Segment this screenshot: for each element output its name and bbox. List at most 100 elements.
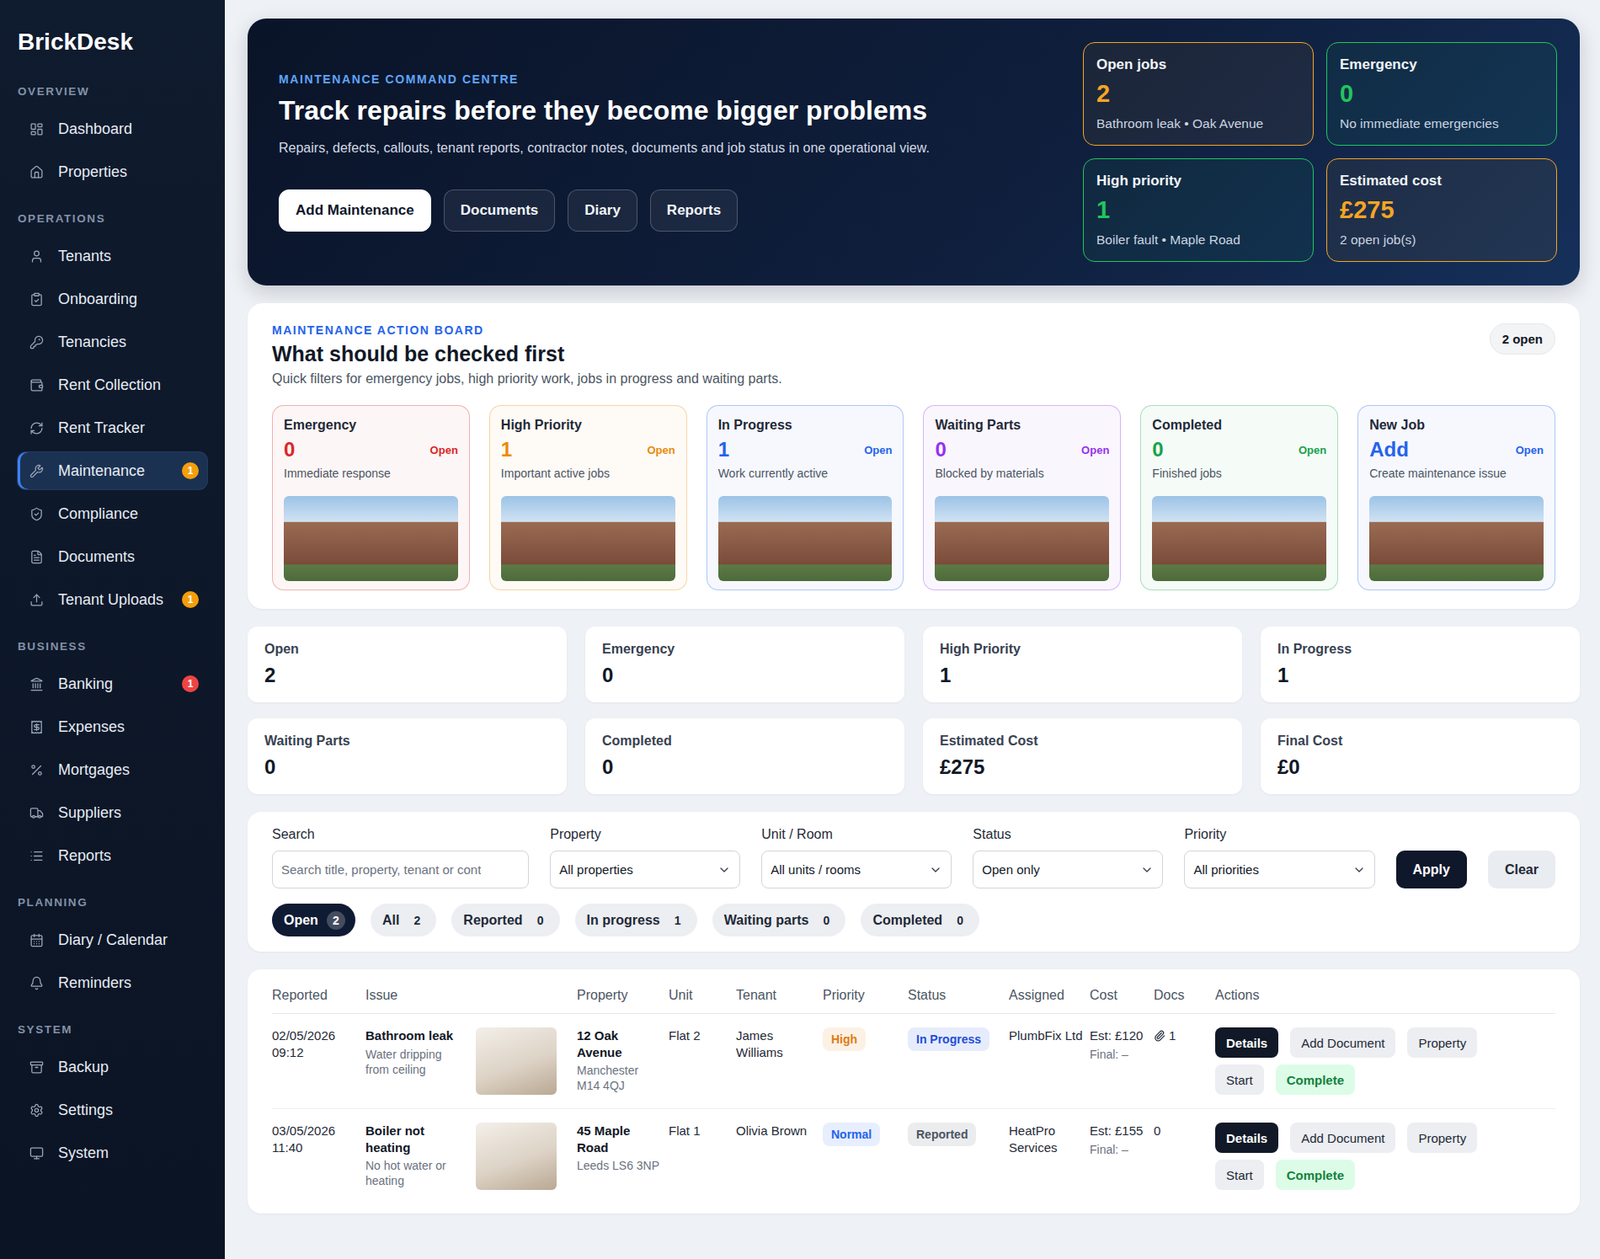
issue-cell: Bathroom leakWater dripping from ceiling: [365, 1027, 577, 1095]
hero-buttons: Add Maintenance Documents Diary Reports: [278, 189, 1058, 232]
filter-field: Unit / RoomAll units / rooms: [761, 826, 952, 889]
action-button[interactable]: Details: [1215, 1122, 1279, 1153]
priority-cell: Normal: [822, 1122, 908, 1147]
sidebar-label: Maintenance: [58, 462, 145, 480]
hero-button[interactable]: Documents: [443, 189, 556, 232]
property-photo: [718, 496, 893, 582]
cost-cell: Est: £155Final: –: [1089, 1122, 1154, 1158]
field-label: Priority: [1184, 826, 1375, 843]
sidebar-item[interactable]: Mortgages: [17, 751, 208, 789]
summary-card: Completed0: [585, 718, 905, 795]
icon-box: [26, 503, 47, 524]
filter-button[interactable]: Apply: [1396, 850, 1467, 889]
summary-value: 0: [264, 755, 550, 779]
logo[interactable]: BrickDesk: [17, 28, 208, 56]
sidebar-item[interactable]: Suppliers: [17, 794, 208, 832]
status-chip[interactable]: Waiting parts0: [712, 903, 847, 937]
sidebar-item[interactable]: Tenants: [17, 237, 208, 275]
action-button[interactable]: Start: [1215, 1064, 1264, 1095]
sidebar-item[interactable]: Diary / Calendar: [17, 921, 208, 959]
board-card[interactable]: High Priority1OpenImportant active jobs: [489, 405, 688, 591]
action-button[interactable]: Add Document: [1290, 1122, 1396, 1153]
stat-value: 0: [1339, 80, 1544, 108]
select-field[interactable]: All properties: [549, 850, 741, 889]
stat-card[interactable]: High priority1Boiler fault • Maple Road: [1082, 158, 1314, 262]
filter-button[interactable]: Clear: [1488, 850, 1556, 889]
icon-box: [26, 845, 47, 866]
hero-button[interactable]: Reports: [650, 189, 738, 232]
action-button[interactable]: Start: [1215, 1159, 1264, 1190]
sidebar-item[interactable]: Reports: [17, 837, 208, 875]
board-card[interactable]: Emergency0OpenImmediate response: [272, 405, 470, 591]
column-header: Issue: [365, 987, 577, 1003]
status-chip[interactable]: Open2: [272, 903, 356, 937]
sidebar-section: PLANNINGDiary / CalendarReminders: [17, 880, 208, 1008]
clipboard-icon: [29, 292, 44, 307]
hero-button[interactable]: Add Maintenance: [278, 189, 432, 232]
action-button[interactable]: Complete: [1275, 1159, 1355, 1190]
sidebar-item[interactable]: Properties: [17, 153, 208, 191]
sidebar-item[interactable]: Dashboard: [17, 110, 208, 148]
action-button[interactable]: Property: [1407, 1122, 1478, 1153]
sidebar-item[interactable]: Expenses: [17, 708, 208, 746]
property-photo: [934, 496, 1110, 582]
hero-subtitle: Repairs, defects, callouts, tenant repor…: [278, 138, 1058, 158]
status-chip[interactable]: Completed0: [860, 903, 980, 937]
action-button[interactable]: Property: [1407, 1027, 1478, 1058]
board-card[interactable]: Completed0OpenFinished jobs: [1140, 405, 1339, 591]
board-card[interactable]: New JobAddOpenCreate maintenance issue: [1357, 405, 1556, 591]
select-field[interactable]: All priorities: [1184, 850, 1375, 889]
action-button[interactable]: Add Document: [1290, 1027, 1396, 1058]
sidebar-item[interactable]: Tenant Uploads1: [17, 581, 208, 619]
sidebar-section: SYSTEMBackupSettingsSystem: [17, 1007, 208, 1178]
sidebar-item[interactable]: Tenancies: [17, 323, 208, 361]
sidebar-item[interactable]: Rent Collection: [17, 366, 208, 404]
icon-box: [26, 802, 47, 823]
user-icon: [29, 249, 44, 264]
upload-icon: [29, 592, 44, 608]
column-header: Status: [907, 987, 1009, 1003]
summary-card: Waiting Parts 0: [247, 718, 567, 795]
assigned-cell: HeatPro Services: [1008, 1122, 1090, 1156]
action-button[interactable]: Details: [1215, 1027, 1279, 1058]
select-field[interactable]: All units / rooms: [761, 850, 952, 889]
sidebar-item[interactable]: Rent Tracker: [17, 409, 208, 447]
search-input[interactable]: Search title, property, tenant or cont: [272, 850, 529, 889]
summary-card: High Priority1: [922, 626, 1243, 703]
status-chip[interactable]: Reported0: [451, 903, 560, 937]
sidebar-label: Onboarding: [58, 290, 138, 309]
sidebar-item[interactable]: Backup: [17, 1048, 208, 1086]
sidebar-item[interactable]: Compliance: [17, 495, 208, 533]
select-field[interactable]: Open only: [972, 850, 1163, 889]
hero-button[interactable]: Diary: [567, 189, 638, 232]
sidebar-item[interactable]: Banking1: [17, 665, 208, 703]
sidebar-item[interactable]: System: [17, 1134, 208, 1172]
stat-card[interactable]: Emergency0No immediate emergencies: [1326, 42, 1558, 146]
stat-card[interactable]: Estimated cost£2752 open job(s): [1326, 158, 1558, 262]
sidebar-item[interactable]: Settings: [17, 1091, 208, 1129]
stat-label: High priority: [1096, 172, 1301, 190]
status-chip[interactable]: In progress1: [575, 903, 698, 937]
sidebar-item[interactable]: Maintenance1: [17, 452, 208, 490]
action-button[interactable]: Complete: [1275, 1064, 1355, 1095]
sidebar-item[interactable]: Documents: [17, 538, 208, 576]
sidebar-label: Expenses: [58, 718, 125, 736]
stat-label: Estimated cost: [1339, 172, 1544, 190]
chevron-box: [1352, 863, 1366, 877]
sidebar-item[interactable]: Reminders: [17, 964, 208, 1002]
stat-card[interactable]: Open jobs2Bathroom leak • Oak Avenue: [1082, 42, 1314, 146]
sidebar-item[interactable]: Onboarding: [17, 280, 208, 318]
chevron-box: [1140, 863, 1154, 877]
board-card[interactable]: In Progress1OpenWork currently active: [706, 405, 905, 591]
hero-eyebrow: MAINTENANCE COMMAND CENTRE: [278, 72, 1058, 86]
issue-text: Boiler not heatingNo hot water or heatin…: [365, 1122, 464, 1190]
board-heading: MAINTENANCE ACTION BOARDWhat should be c…: [272, 323, 783, 387]
status-chip[interactable]: All2: [370, 903, 437, 937]
board-card[interactable]: Waiting Parts0OpenBlocked by materials: [922, 405, 1121, 591]
table-row[interactable]: 02/05/202609:12Bathroom leakWater drippi…: [272, 1013, 1556, 1110]
table-row[interactable]: 03/05/202611:40Boiler not heatingNo hot …: [272, 1109, 1556, 1204]
refresh-icon: [29, 421, 44, 436]
field-value: Search title, property, tenant or cont: [281, 862, 481, 877]
summary-label: Waiting Parts: [264, 733, 550, 749]
card-note: Important active jobs: [501, 466, 676, 480]
